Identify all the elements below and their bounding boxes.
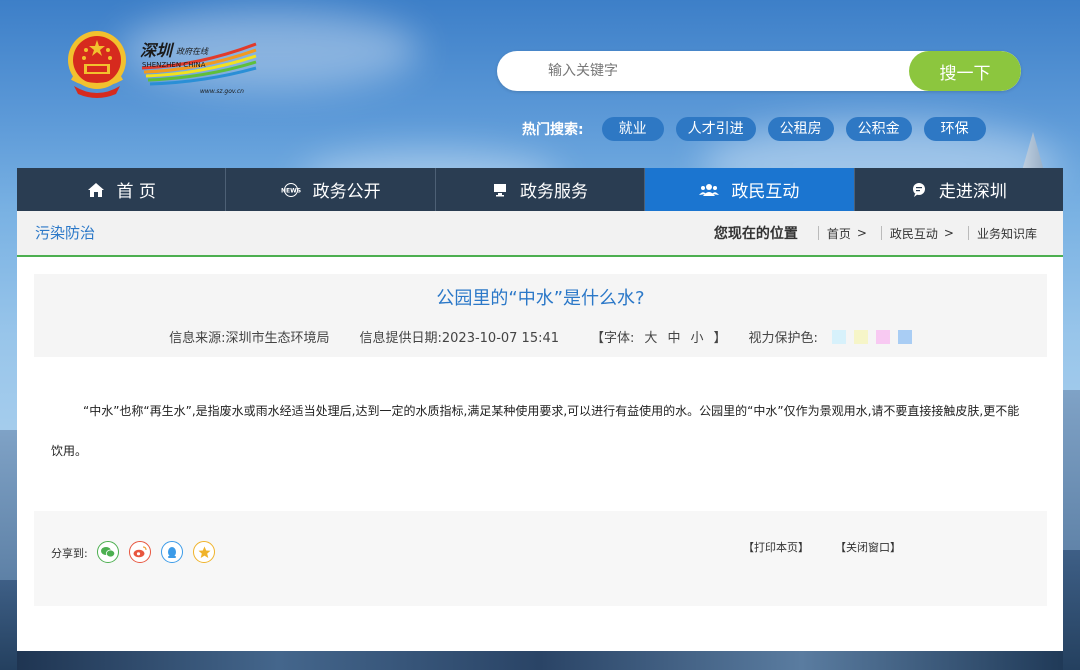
eye-color-lightblue[interactable] <box>897 329 912 344</box>
hot-search: 热门搜索: 就业 人才引进 公租房 公积金 环保 <box>522 117 998 141</box>
divider <box>880 226 882 240</box>
breadcrumb-interaction[interactable]: 政民互动 <box>890 225 938 242</box>
nav-item-gov-open[interactable]: NEWS 政务公开 <box>226 168 436 211</box>
monitor-icon <box>492 183 508 197</box>
breadcrumb-knowledge[interactable]: 业务知识库 <box>977 225 1037 242</box>
hot-tag-gongzufang[interactable]: 公租房 <box>767 117 834 141</box>
hot-tag-gongjijin[interactable]: 公积金 <box>845 117 912 141</box>
hot-search-label: 热门搜索: <box>522 122 584 138</box>
article-source: 信息来源:深圳市生态环境局 <box>169 331 330 346</box>
nav-label: 政务公开 <box>312 182 381 202</box>
eye-color-blue[interactable] <box>831 329 846 344</box>
hot-tag-rencai[interactable]: 人才引进 <box>675 117 756 141</box>
font-size-bracket: 】 <box>713 331 727 346</box>
font-size-label: 【字体: <box>591 331 635 346</box>
qzone-icon[interactable] <box>193 541 215 563</box>
eye-color-pink[interactable] <box>875 329 890 344</box>
font-large-button[interactable]: 大 <box>644 327 657 346</box>
svg-text:SHENZHEN CHINA: SHENZHEN CHINA <box>142 61 206 69</box>
close-window-button[interactable]: 【关闭窗口】 <box>835 539 901 555</box>
share-bar: 分享到: 【打印本页】 【关闭窗口】 <box>34 511 1047 606</box>
news-icon: NEWS <box>281 182 301 197</box>
nav-item-gov-service[interactable]: 政务服务 <box>436 168 646 211</box>
nav-item-home[interactable]: 首 页 <box>17 168 227 211</box>
users-icon <box>699 183 720 197</box>
eye-protect-label: 视力保护色: <box>748 331 818 346</box>
search-button[interactable]: 搜一下 <box>909 51 1021 91</box>
font-medium-button[interactable]: 中 <box>667 327 680 346</box>
eye-color-yellow[interactable] <box>853 329 868 344</box>
section-title[interactable]: 污染防治 <box>35 211 95 255</box>
article-meta: 信息来源:深圳市生态环境局 信息提供日期:2023-10-07 15:41 【字… <box>34 327 1047 346</box>
svg-text:政府在线: 政府在线 <box>176 47 209 56</box>
home-icon <box>87 182 105 198</box>
nav-label: 走进深圳 <box>938 182 1007 202</box>
font-small-button[interactable]: 小 <box>690 327 703 346</box>
weibo-icon[interactable] <box>129 541 151 563</box>
main-nav: 首 页 NEWS 政务公开 政务服务 政民互动 走进深圳 <box>17 168 1063 211</box>
hot-tag-huanbao[interactable]: 环保 <box>923 117 986 141</box>
svg-text:www.sz.gov.cn: www.sz.gov.cn <box>200 88 244 95</box>
content-panel: 污染防治 您现在的位置 首页 > 政民互动 > 业务知识库 公园里的“中水”是什… <box>17 211 1063 651</box>
wechat-icon[interactable] <box>97 541 119 563</box>
nav-item-interaction[interactable]: 政民互动 <box>645 168 855 211</box>
chat-icon <box>911 182 927 198</box>
svg-text:NEWS: NEWS <box>281 187 301 194</box>
share-label: 分享到: <box>51 547 88 560</box>
search-input[interactable] <box>497 51 909 91</box>
breadcrumb-home[interactable]: 首页 <box>827 225 851 242</box>
search-bar: 搜一下 <box>497 51 1021 91</box>
article-date: 信息提供日期:2023-10-07 15:41 <box>359 331 560 346</box>
divider <box>967 226 969 240</box>
chevron-right-icon: > <box>943 226 954 240</box>
hot-tag-jiuye[interactable]: 就业 <box>601 117 664 141</box>
location-label: 您现在的位置 <box>713 226 798 242</box>
chevron-right-icon: > <box>856 226 867 240</box>
breadcrumb-bar: 污染防治 您现在的位置 首页 > 政民互动 > 业务知识库 <box>17 211 1063 257</box>
article-title: 公园里的“中水”是什么水? <box>436 288 645 309</box>
nav-label: 政民互动 <box>731 182 800 202</box>
site-logo[interactable]: 深圳 政府在线 SHENZHEN CHINA www.sz.gov.cn <box>138 38 260 96</box>
nav-item-shenzhen[interactable]: 走进深圳 <box>855 168 1063 211</box>
divider <box>817 226 819 240</box>
svg-text:深圳: 深圳 <box>140 41 175 60</box>
national-emblem-icon <box>68 31 126 98</box>
nav-label: 政务服务 <box>520 182 589 202</box>
article-header: 公园里的“中水”是什么水? 信息来源:深圳市生态环境局 信息提供日期:2023-… <box>34 274 1047 357</box>
breadcrumb: 您现在的位置 首页 > 政民互动 > 业务知识库 <box>714 211 1037 255</box>
nav-label: 首 页 <box>116 182 156 202</box>
print-button[interactable]: 【打印本页】 <box>743 539 809 555</box>
article-body: “中水”也称“再生水”,是指废水或雨水经适当处理后,达到一定的水质指标,满足某种… <box>51 404 1020 458</box>
qq-icon[interactable] <box>161 541 183 563</box>
